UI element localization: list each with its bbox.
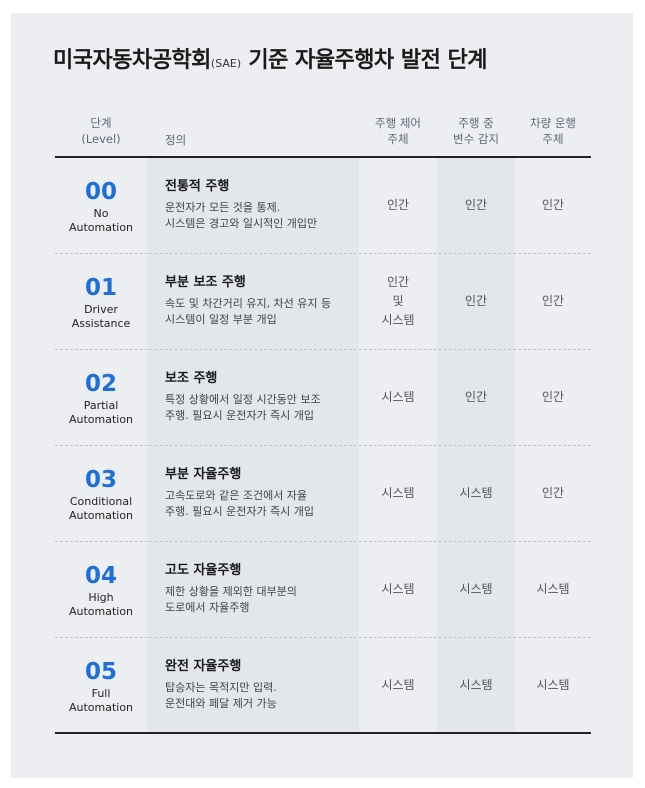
level-number: 00 bbox=[84, 179, 117, 205]
header-driving-control: 주행 제어 주체 bbox=[375, 116, 421, 146]
table-row: 02 Partial Automation 보조 주행특정 상황에서 일정 시간동… bbox=[55, 350, 591, 446]
title-main: 미국자동차공학회 bbox=[53, 48, 211, 73]
definition-text: 제한 상황을 제외한 대부분의 도로에서 자율주행 bbox=[165, 585, 297, 614]
definition-cell: 전통적 주행운전자가 모든 것을 통제. 시스템은 경고와 일시적인 개입만 bbox=[147, 158, 359, 253]
definition-cell: 고도 자율주행제한 상황을 제외한 대부분의 도로에서 자율주행 bbox=[147, 542, 359, 637]
header-definition: 정의 bbox=[165, 133, 187, 147]
vehicle-operation-cell: 시스템 bbox=[536, 582, 570, 596]
definition-text: 속도 및 차간거리 유지, 차선 유지 등 시스템이 일정 부분 개입 bbox=[165, 297, 332, 326]
definition-text: 고속도로와 같은 조건에서 자율 주행. 필요시 운전자가 즉시 개입 bbox=[165, 489, 315, 518]
definition-title: 부분 보조 주행 bbox=[165, 275, 246, 290]
definition-title: 고도 자율주행 bbox=[165, 563, 242, 578]
table-row: 04 High Automation 고도 자율주행제한 상황을 제외한 대부분의… bbox=[55, 542, 591, 638]
level-name: Full Automation bbox=[68, 687, 134, 714]
level-cell: 01 Driver Assistance bbox=[55, 254, 147, 349]
level-cell: 03 Conditional Automation bbox=[55, 446, 147, 541]
driving-control-cell: 인간 bbox=[386, 198, 410, 212]
level-number: 03 bbox=[84, 467, 117, 493]
table-row: 00 No Automation 전통적 주행운전자가 모든 것을 통제. 시스템… bbox=[55, 158, 591, 254]
vehicle-operation-cell: 인간 bbox=[541, 198, 565, 212]
vehicle-operation-cell: 시스템 bbox=[536, 677, 570, 692]
variable-detection-cell: 인간 bbox=[437, 254, 515, 349]
header-level: 단계 (Level) bbox=[81, 116, 121, 146]
level-number: 05 bbox=[84, 659, 117, 685]
driving-control-cell: 인간 및 시스템 bbox=[381, 275, 415, 327]
variable-detection-cell: 시스템 bbox=[437, 446, 515, 541]
definition-text: 특정 상황에서 일정 시간동안 보조 주행. 필요시 운전자가 즉시 개입 bbox=[165, 393, 321, 422]
title-sae: (SAE) bbox=[210, 57, 242, 70]
level-name: Partial Automation bbox=[68, 399, 134, 426]
variable-detection-cell: 시스템 bbox=[437, 638, 515, 732]
driving-control-cell: 시스템 bbox=[381, 486, 415, 500]
variable-detection-cell: 인간 bbox=[437, 158, 515, 253]
definition-cell: 부분 보조 주행속도 및 차간거리 유지, 차선 유지 등 시스템이 일정 부분… bbox=[147, 254, 359, 349]
definition-title: 전통적 주행 bbox=[165, 179, 230, 194]
level-cell: 05 Full Automation bbox=[55, 638, 147, 732]
vehicle-operation-cell: 인간 bbox=[541, 486, 565, 500]
page-title: 미국자동차공학회(SAE) 기준 자율주행차 발전 단계 bbox=[53, 42, 487, 74]
title-rest: 기준 자율주행차 발전 단계 bbox=[241, 48, 487, 73]
level-number: 01 bbox=[84, 275, 117, 301]
definition-title: 보조 주행 bbox=[165, 371, 218, 386]
header-variable-detection: 주행 중 변수 감지 bbox=[453, 116, 499, 146]
variable-detection-cell: 시스템 bbox=[437, 542, 515, 637]
driving-control-cell: 시스템 bbox=[381, 582, 415, 596]
table-row: 03 Conditional Automation 부분 자율주행고속도로와 같은… bbox=[55, 446, 591, 542]
vehicle-operation-cell: 인간 bbox=[541, 294, 565, 308]
definition-text: 탑승자는 목적지만 입력. 운전대와 페달 제거 가능 bbox=[165, 681, 277, 710]
definition-cell: 완전 자율주행탑승자는 목적지만 입력. 운전대와 페달 제거 가능 bbox=[147, 638, 359, 732]
level-cell: 00 No Automation bbox=[55, 158, 147, 253]
level-name: Driver Assistance bbox=[71, 303, 131, 330]
header-vehicle-operation: 차량 운행 주체 bbox=[530, 116, 576, 146]
level-number: 02 bbox=[84, 371, 117, 397]
levels-table: 00 No Automation 전통적 주행운전자가 모든 것을 통제. 시스템… bbox=[55, 158, 591, 734]
driving-control-cell: 시스템 bbox=[381, 677, 415, 692]
definition-cell: 부분 자율주행고속도로와 같은 조건에서 자율 주행. 필요시 운전자가 즉시 … bbox=[147, 446, 359, 541]
level-name: Conditional Automation bbox=[68, 495, 134, 522]
driving-control-cell: 시스템 bbox=[381, 390, 415, 404]
definition-title: 완전 자율주행 bbox=[165, 659, 242, 674]
definition-text: 운전자가 모든 것을 통제. 시스템은 경고와 일시적인 개입만 bbox=[165, 201, 318, 230]
table-row: 05 Full Automation 완전 자율주행탑승자는 목적지만 입력. 운… bbox=[55, 638, 591, 734]
table-row: 01 Driver Assistance 부분 보조 주행속도 및 차간거리 유지… bbox=[55, 254, 591, 350]
level-cell: 02 Partial Automation bbox=[55, 350, 147, 445]
level-name: No Automation bbox=[68, 207, 134, 234]
level-name: High Automation bbox=[68, 591, 134, 618]
level-cell: 04 High Automation bbox=[55, 542, 147, 637]
table-header: 단계 (Level) 정의 주행 제어 주체 주행 중 변수 감지 차량 운행 … bbox=[55, 112, 591, 158]
definition-cell: 보조 주행특정 상황에서 일정 시간동안 보조 주행. 필요시 운전자가 즉시 … bbox=[147, 350, 359, 445]
variable-detection-cell: 인간 bbox=[437, 350, 515, 445]
level-number: 04 bbox=[84, 563, 117, 589]
definition-title: 부분 자율주행 bbox=[165, 467, 242, 482]
vehicle-operation-cell: 인간 bbox=[541, 390, 565, 404]
